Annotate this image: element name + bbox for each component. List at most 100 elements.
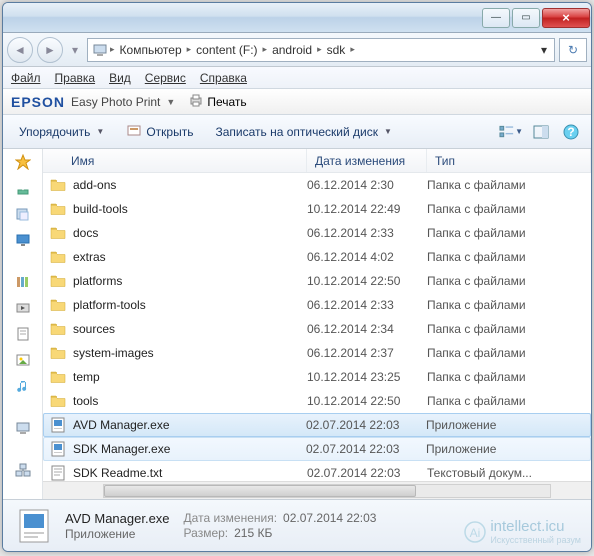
maximize-button[interactable]: ▭ xyxy=(512,8,540,28)
menu-view[interactable]: Вид xyxy=(109,71,131,85)
nav-pane[interactable] xyxy=(3,149,43,499)
chevron-right-icon: ▸ xyxy=(350,44,355,55)
epson-dropdown[interactable]: ▼ xyxy=(166,97,175,107)
libraries-icon[interactable] xyxy=(13,273,33,291)
folder-icon xyxy=(49,320,67,338)
chevron-right-icon: ▸ xyxy=(317,44,322,55)
file-row[interactable]: build-tools10.12.2014 22:49Папка с файла… xyxy=(43,197,591,221)
details-size: 215 КБ xyxy=(234,526,272,540)
file-name: platform-tools xyxy=(73,298,146,312)
folder-icon xyxy=(49,272,67,290)
folder-icon xyxy=(49,248,67,266)
chevron-right-icon: ▸ xyxy=(263,44,268,55)
breadcrumb-segment[interactable]: sdk xyxy=(324,43,349,57)
file-row[interactable]: platforms10.12.2014 22:50Папка с файлами xyxy=(43,269,591,293)
nav-bar: ◄ ► ▾ ▸ Компьютер ▸ content (F:) ▸ andro… xyxy=(3,33,591,67)
file-date: 10.12.2014 22:49 xyxy=(307,202,427,216)
file-type: Папка с файлами xyxy=(427,370,591,384)
file-date: 06.12.2014 2:30 xyxy=(307,178,427,192)
view-options-button[interactable]: ▼ xyxy=(499,120,523,144)
forward-button[interactable]: ► xyxy=(37,37,63,63)
minimize-button[interactable]: — xyxy=(482,8,510,28)
horizontal-scrollbar[interactable] xyxy=(43,481,591,499)
file-date: 10.12.2014 22:50 xyxy=(307,274,427,288)
menu-tools[interactable]: Сервис xyxy=(145,71,186,85)
file-date: 10.12.2014 23:25 xyxy=(307,370,427,384)
videos-icon[interactable] xyxy=(13,299,33,317)
recent-icon[interactable] xyxy=(13,205,33,223)
file-row[interactable]: sources06.12.2014 2:34Папка с файлами xyxy=(43,317,591,341)
file-row[interactable]: system-images06.12.2014 2:37Папка с файл… xyxy=(43,341,591,365)
file-row[interactable]: SDK Readme.txt02.07.2014 22:03Текстовый … xyxy=(43,461,591,481)
file-row[interactable]: AVD Manager.exe02.07.2014 22:03Приложени… xyxy=(43,413,591,437)
breadcrumb-segment[interactable]: content (F:) xyxy=(193,43,260,57)
watermark: Ai intellect.icu Искусственный разум xyxy=(464,518,581,545)
computer-icon xyxy=(92,42,108,58)
preview-pane-button[interactable] xyxy=(529,120,553,144)
file-row[interactable]: platform-tools06.12.2014 2:33Папка с фай… xyxy=(43,293,591,317)
file-name: build-tools xyxy=(73,202,128,216)
file-list[interactable]: add-ons06.12.2014 2:30Папка с файлами bui… xyxy=(43,173,591,481)
documents-icon[interactable] xyxy=(13,325,33,343)
column-type[interactable]: Тип xyxy=(427,149,591,172)
file-name: SDK Readme.txt xyxy=(73,466,162,480)
file-date: 06.12.2014 4:02 xyxy=(307,250,427,264)
scrollbar-thumb[interactable] xyxy=(104,485,416,497)
back-button[interactable]: ◄ xyxy=(7,37,33,63)
column-date[interactable]: Дата изменения xyxy=(307,149,427,172)
file-name: extras xyxy=(73,250,106,264)
folder-icon xyxy=(49,368,67,386)
open-button[interactable]: Открыть xyxy=(118,118,201,145)
burn-button[interactable]: Записать на оптический диск▼ xyxy=(207,121,399,143)
close-button[interactable]: × xyxy=(542,8,590,28)
breadcrumb-segment[interactable]: android xyxy=(269,43,315,57)
organize-button[interactable]: Упорядочить▼ xyxy=(11,121,112,143)
menu-file[interactable]: Файл xyxy=(11,71,41,85)
file-type: Приложение xyxy=(426,418,590,432)
epson-logo: EPSON xyxy=(11,94,65,110)
explorer-window: — ▭ × ◄ ► ▾ ▸ Компьютер ▸ content (F:) ▸… xyxy=(2,2,592,552)
file-pane: Имя Дата изменения Тип add-ons06.12.2014… xyxy=(43,149,591,499)
computer-icon[interactable] xyxy=(13,419,33,437)
network-icon[interactable] xyxy=(13,461,33,479)
file-type: Папка с файлами xyxy=(427,346,591,360)
command-bar: Упорядочить▼ Открыть Записать на оптичес… xyxy=(3,115,591,149)
details-filename: AVD Manager.exe xyxy=(65,511,170,526)
file-row[interactable]: add-ons06.12.2014 2:30Папка с файлами xyxy=(43,173,591,197)
address-bar[interactable]: ▸ Компьютер ▸ content (F:) ▸ android ▸ s… xyxy=(87,38,555,62)
breadcrumb-segment[interactable]: Компьютер xyxy=(117,43,185,57)
desktop-icon[interactable] xyxy=(13,231,33,249)
file-type: Папка с файлами xyxy=(427,322,591,336)
file-row[interactable]: docs06.12.2014 2:33Папка с файлами xyxy=(43,221,591,245)
file-row[interactable]: SDK Manager.exe02.07.2014 22:03Приложени… xyxy=(43,437,591,461)
favorites-icon[interactable] xyxy=(13,153,33,171)
file-row[interactable]: tools10.12.2014 22:50Папка с файлами xyxy=(43,389,591,413)
details-date-label: Дата изменения: xyxy=(184,511,278,525)
epson-text: Easy Photo Print xyxy=(71,95,160,109)
music-icon[interactable] xyxy=(13,377,33,395)
file-name: tools xyxy=(73,394,98,408)
details-type: Приложение xyxy=(65,527,135,541)
chevron-right-icon: ▸ xyxy=(110,44,115,55)
addr-dropdown[interactable]: ▾ xyxy=(538,43,550,57)
menu-edit[interactable]: Правка xyxy=(55,71,96,85)
printer-icon xyxy=(188,92,204,111)
menu-help[interactable]: Справка xyxy=(200,71,247,85)
history-dropdown[interactable]: ▾ xyxy=(67,37,83,63)
epson-print-label: Печать xyxy=(207,95,246,109)
column-name[interactable]: Имя xyxy=(43,149,307,172)
folder-icon xyxy=(49,176,67,194)
file-name: docs xyxy=(73,226,98,240)
refresh-button[interactable]: ↻ xyxy=(559,38,587,62)
file-row[interactable]: temp10.12.2014 23:25Папка с файлами xyxy=(43,365,591,389)
pictures-icon[interactable] xyxy=(13,351,33,369)
epson-print-button[interactable]: Печать xyxy=(181,89,253,114)
file-name: AVD Manager.exe xyxy=(73,418,170,432)
downloads-icon[interactable] xyxy=(13,179,33,197)
help-button[interactable]: ? xyxy=(559,120,583,144)
titlebar[interactable]: — ▭ × xyxy=(3,3,591,33)
file-row[interactable]: extras06.12.2014 4:02Папка с файлами xyxy=(43,245,591,269)
menu-bar: Файл Правка Вид Сервис Справка xyxy=(3,67,591,89)
svg-text:Ai: Ai xyxy=(470,526,481,540)
file-type: Папка с файлами xyxy=(427,226,591,240)
